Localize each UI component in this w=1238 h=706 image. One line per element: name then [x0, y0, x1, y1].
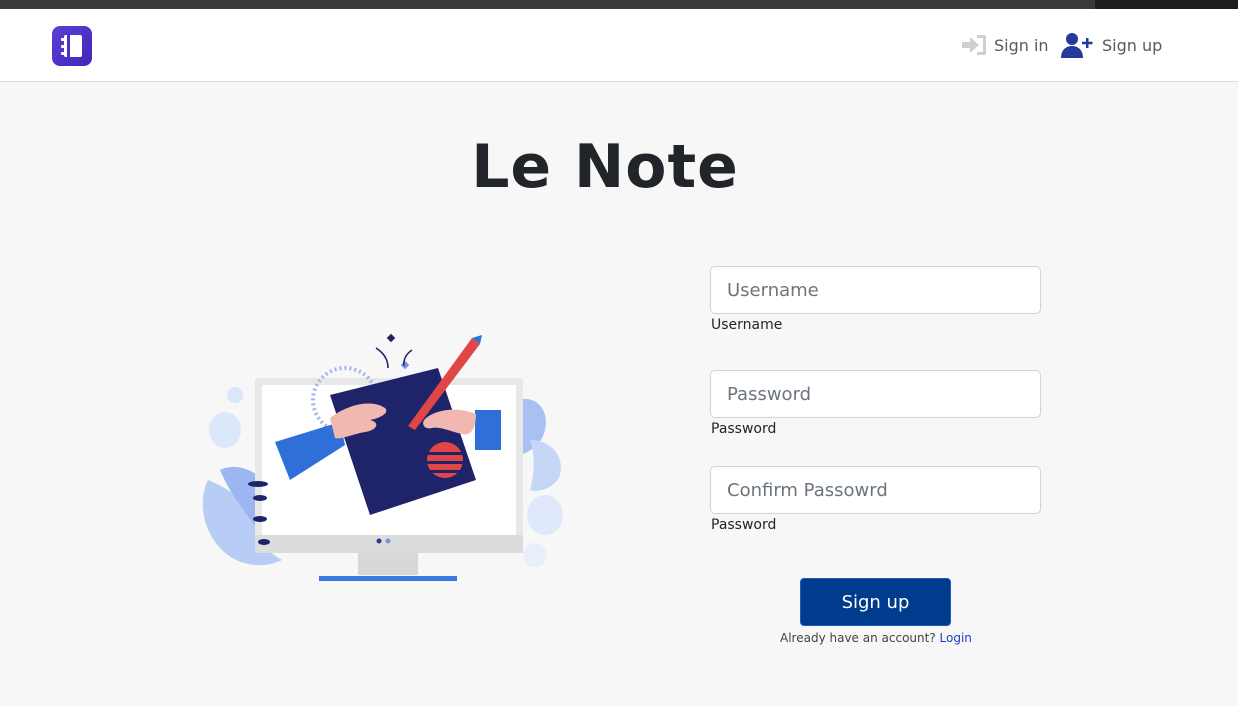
sign-in-link[interactable]: Sign in [960, 31, 1049, 59]
user-plus-icon [1061, 33, 1093, 58]
username-label: Username [711, 317, 783, 333]
writing-illustration [180, 330, 590, 590]
already-account-label: Already have an account? [780, 631, 936, 645]
window-top-strip [0, 0, 1238, 9]
username-input[interactable] [710, 266, 1041, 314]
notebook-icon[interactable] [52, 26, 92, 66]
login-link[interactable]: Login [940, 631, 972, 645]
sign-up-button[interactable]: Sign up [800, 578, 951, 626]
sign-up-label: Sign up [1102, 35, 1163, 55]
password-label: Password [711, 421, 777, 437]
password-input[interactable] [710, 370, 1041, 418]
confirm-password-input[interactable] [710, 466, 1041, 514]
sign-in-icon [962, 35, 986, 55]
sign-up-link[interactable]: Sign up [1060, 31, 1162, 59]
confirm-password-label: Password [711, 517, 777, 533]
page-title: Le Note [471, 132, 739, 202]
navbar: Sign in Sign up [0, 9, 1238, 82]
sign-in-label: Sign in [994, 35, 1049, 55]
already-account-text: Already have an account? Login [780, 631, 972, 645]
